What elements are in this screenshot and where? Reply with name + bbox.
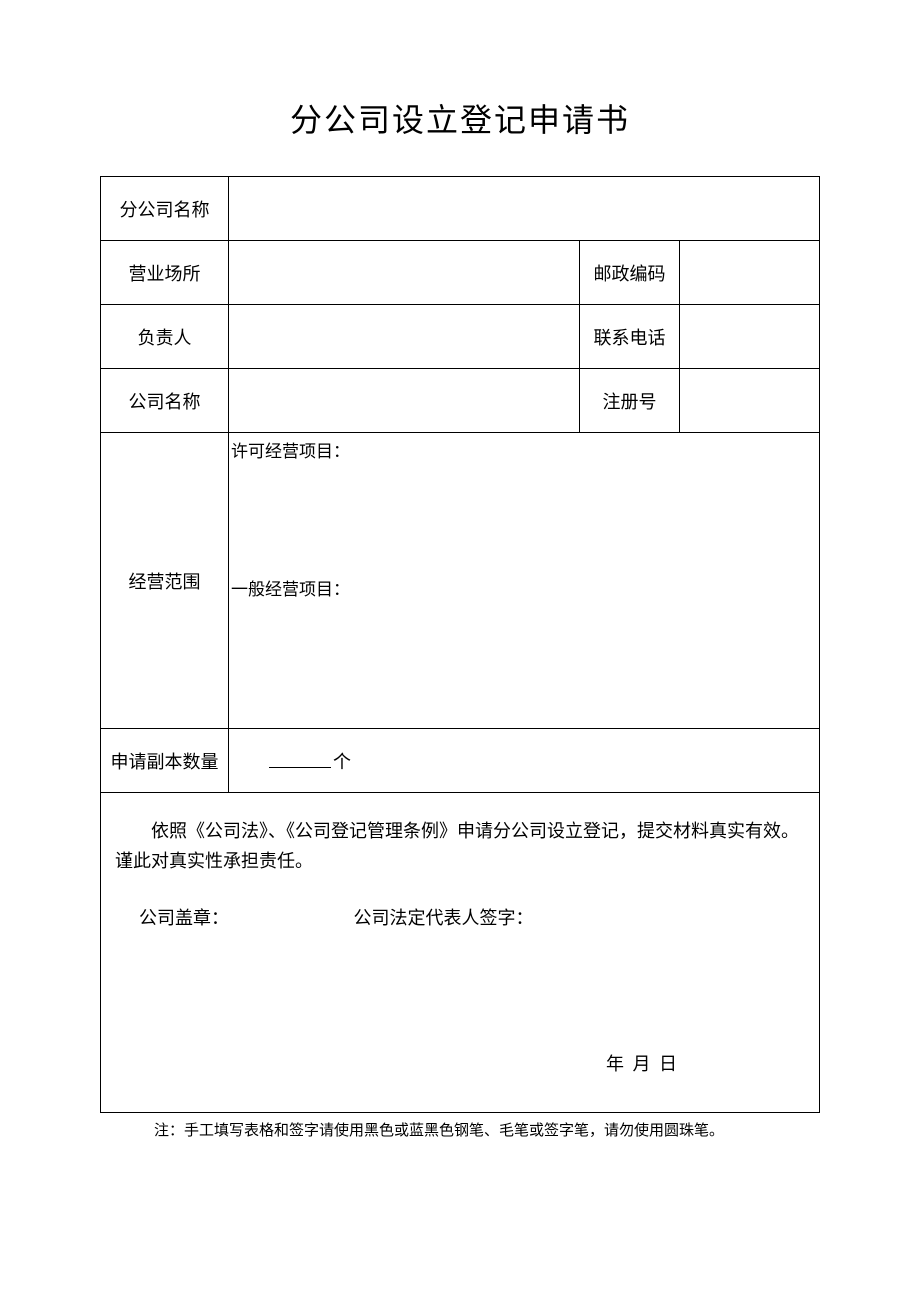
value-postcode[interactable]: [679, 241, 819, 305]
label-qty: 申请副本数量: [101, 729, 229, 793]
value-branch-name[interactable]: [229, 177, 820, 241]
footnote: 注：手工填写表格和签字请使用黑色或蓝黑色钢笔、毛笔或签字笔，请勿使用圆珠笔。: [100, 1119, 820, 1140]
row-address: 营业场所 邮政编码: [101, 241, 820, 305]
label-company: 公司名称: [101, 369, 229, 433]
value-address[interactable]: [229, 241, 580, 305]
row-scope: 经营范围 许可经营项目： 一般经营项目：: [101, 433, 820, 729]
declaration-cell: 依照《公司法》、《公司登记管理条例》申请分公司设立登记，提交材料真实有效。谨此对…: [101, 793, 820, 1113]
value-phone[interactable]: [679, 305, 819, 369]
value-qty[interactable]: 个: [229, 729, 820, 793]
declaration-text: 依照《公司法》、《公司登记管理条例》申请分公司设立登记，提交材料真实有效。谨此对…: [115, 817, 805, 876]
label-scope: 经营范围: [101, 433, 229, 729]
label-postcode: 邮政编码: [579, 241, 679, 305]
date-label: 年 月 日: [606, 1050, 679, 1076]
label-address: 营业场所: [101, 241, 229, 305]
value-person[interactable]: [229, 305, 580, 369]
row-company: 公司名称 注册号: [101, 369, 820, 433]
label-branch-name: 分公司名称: [101, 177, 229, 241]
signature-row: 公司盖章： 公司法定代表人签字：: [115, 904, 805, 930]
legal-rep-sign-label: 公司法定代表人签字：: [354, 904, 534, 930]
scope-general: 一般经营项目：: [231, 575, 817, 713]
row-declaration: 依照《公司法》、《公司登记管理条例》申请分公司设立登记，提交材料真实有效。谨此对…: [101, 793, 820, 1113]
page-title: 分公司设立登记申请书: [100, 95, 820, 141]
value-regno[interactable]: [679, 369, 819, 433]
application-form-table: 分公司名称 营业场所 邮政编码 负责人 联系电话 公司名称 注册号 经营范围 许…: [100, 176, 820, 1113]
company-seal-label: 公司盖章：: [139, 904, 229, 930]
label-phone: 联系电话: [579, 305, 679, 369]
qty-blank[interactable]: [269, 767, 331, 768]
row-qty: 申请副本数量 个: [101, 729, 820, 793]
row-person: 负责人 联系电话: [101, 305, 820, 369]
label-regno: 注册号: [579, 369, 679, 433]
qty-unit: 个: [333, 752, 351, 772]
row-branch-name: 分公司名称: [101, 177, 820, 241]
value-company[interactable]: [229, 369, 580, 433]
value-scope[interactable]: 许可经营项目： 一般经营项目：: [229, 433, 820, 729]
scope-licensed: 许可经营项目：: [231, 437, 817, 575]
label-person: 负责人: [101, 305, 229, 369]
